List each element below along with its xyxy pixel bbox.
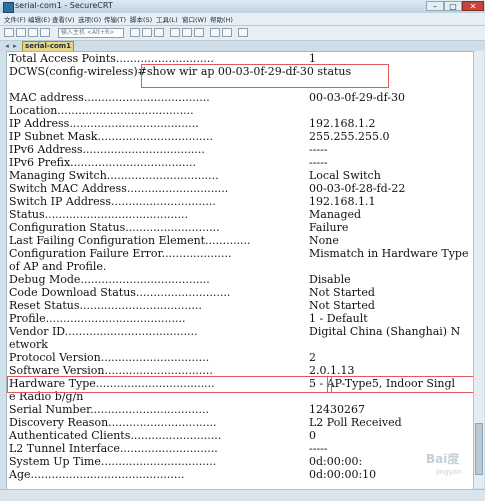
menu-script[interactable]: 脚本(S) bbox=[130, 14, 152, 24]
terminal-line-value: Disable bbox=[309, 273, 351, 286]
terminal-line-label: Configuration Failure Error.............… bbox=[9, 247, 232, 260]
terminal-line-label: Age.....................................… bbox=[9, 468, 185, 481]
hardware-type-value-box bbox=[327, 376, 473, 393]
help-icon[interactable] bbox=[238, 28, 248, 37]
minimize-button[interactable]: – bbox=[426, 1, 444, 11]
terminal-line-label: IPv6 Prefix.............................… bbox=[9, 156, 197, 169]
terminal-line-value: Mismatch in Hardware Type bbox=[309, 247, 469, 260]
command-highlight-box bbox=[141, 64, 389, 88]
menu-bar: 文件(F) 编辑(E) 查看(V) 选项(O) 传输(T) 脚本(S) 工具(L… bbox=[0, 13, 485, 26]
menu-window[interactable]: 窗口(W) bbox=[182, 14, 207, 24]
terminal-line-label: Configuration Status....................… bbox=[9, 221, 220, 234]
hardware-type-label-box bbox=[7, 376, 332, 393]
print-icon[interactable] bbox=[170, 28, 180, 37]
terminal-scrollbar[interactable] bbox=[473, 51, 484, 488]
keymap-icon[interactable] bbox=[222, 28, 232, 37]
terminal-line-value: 192.168.1.1 bbox=[309, 195, 376, 208]
watermark-text: Bai度 bbox=[426, 452, 460, 466]
menu-view[interactable]: 查看(V) bbox=[52, 14, 75, 24]
toolbar: 输入主机 <Alt+R> bbox=[0, 26, 485, 41]
terminal-line-label: IP Address..............................… bbox=[9, 117, 199, 130]
terminal-line-value: 00-03-0f-29-df-30 bbox=[309, 91, 405, 104]
terminal-line-label: Last Failing Configuration Element......… bbox=[9, 234, 251, 247]
terminal-line-value: ----- bbox=[309, 442, 328, 455]
terminal-line-label: Protocol Version........................… bbox=[9, 351, 210, 364]
terminal-line-value: Not Started bbox=[309, 299, 375, 312]
quick-connect-icon[interactable] bbox=[16, 28, 26, 37]
terminal-line-value: L2 Poll Received bbox=[309, 416, 402, 429]
terminal-output[interactable]: Total Access Points.....................… bbox=[6, 51, 474, 490]
menu-help[interactable]: 帮助(H) bbox=[210, 14, 233, 24]
tab-scroll-right-icon[interactable]: ▸ bbox=[11, 42, 19, 50]
terminal-line-label: Reset Status............................… bbox=[9, 299, 202, 312]
terminal-line-label: Debug Mode..............................… bbox=[9, 273, 210, 286]
terminal-line-label: Authenticated Clients...................… bbox=[9, 429, 222, 442]
menu-file[interactable]: 文件(F) bbox=[4, 14, 26, 24]
menu-tools[interactable]: 工具(L) bbox=[156, 14, 178, 24]
watermark-sub: jingyan bbox=[436, 468, 462, 476]
tab-serial-com1[interactable]: serial-com1 bbox=[22, 41, 74, 51]
terminal-line-value: 0d:00:00: bbox=[309, 455, 363, 468]
menu-options[interactable]: 选项(O) bbox=[78, 14, 101, 24]
terminal-line-label: IPv6 Address............................… bbox=[9, 143, 205, 156]
baidu-jingyan-watermark: Bai度 jingyan bbox=[408, 448, 480, 484]
terminal-line-value: ----- bbox=[309, 156, 328, 169]
window-title: serial-com1 - SecureCRT bbox=[15, 1, 113, 10]
menu-edit[interactable]: 编辑(E) bbox=[28, 14, 50, 24]
title-bar: serial-com1 - SecureCRT – □ ✕ bbox=[0, 0, 485, 14]
terminal-line-value: 255.255.255.0 bbox=[309, 130, 390, 143]
connect-tab-icon[interactable] bbox=[28, 28, 38, 37]
terminal-line-label: Status..................................… bbox=[9, 208, 189, 221]
maximize-button[interactable]: □ bbox=[444, 1, 462, 11]
settings-icon[interactable] bbox=[182, 28, 192, 37]
terminal-line-label: Location................................… bbox=[9, 104, 194, 117]
options-icon[interactable] bbox=[194, 28, 204, 37]
close-button[interactable]: ✕ bbox=[462, 1, 484, 11]
terminal-line-value: 192.168.1.2 bbox=[309, 117, 376, 130]
terminal-line-value: Digital China (Shanghai) N bbox=[309, 325, 461, 338]
terminal-line-label: Serial Number...........................… bbox=[9, 403, 210, 416]
securecrt-window: serial-com1 - SecureCRT – □ ✕ 文件(F) 编辑(E… bbox=[0, 0, 485, 501]
terminal-line-label: Discovery Reason........................… bbox=[9, 416, 217, 429]
terminal-line-label: System Up Time..........................… bbox=[9, 455, 217, 468]
menu-transfer[interactable]: 传输(T) bbox=[104, 14, 126, 24]
terminal-line-label: Profile.................................… bbox=[9, 312, 186, 325]
terminal-line-value: Not Started bbox=[309, 286, 375, 299]
terminal-line-label: Code Download Status....................… bbox=[9, 286, 231, 299]
terminal-line-label: IP Subnet Mask..........................… bbox=[9, 130, 213, 143]
sftp-icon[interactable] bbox=[210, 28, 220, 37]
terminal-line-value: 12430267 bbox=[309, 403, 365, 416]
terminal-line-label: MAC address.............................… bbox=[9, 91, 210, 104]
terminal-line-value: Failure bbox=[309, 221, 349, 234]
terminal-line-label: Switch IP Address.......................… bbox=[9, 195, 216, 208]
paste-icon[interactable] bbox=[142, 28, 152, 37]
terminal-line-value: None bbox=[309, 234, 339, 247]
session-tab-bar: ◂ ▸ serial-com1 bbox=[0, 41, 485, 51]
connect-icon[interactable] bbox=[4, 28, 14, 37]
host-input[interactable]: 输入主机 <Alt+R> bbox=[58, 28, 124, 38]
terminal-line-value: 2 bbox=[309, 351, 316, 364]
find-icon[interactable] bbox=[154, 28, 164, 37]
terminal-line-value: 1 - Default bbox=[309, 312, 368, 325]
terminal-line-label: L2 Tunnel Interface.....................… bbox=[9, 442, 218, 455]
terminal-line-label: Managing Switch.........................… bbox=[9, 169, 219, 182]
terminal-line-value: Local Switch bbox=[309, 169, 381, 182]
terminal-line-label: Vendor ID...............................… bbox=[9, 325, 198, 338]
terminal-line-value: 0d:00:00:10 bbox=[309, 468, 377, 481]
terminal-line-label: etwork bbox=[9, 338, 48, 351]
copy-icon[interactable] bbox=[130, 28, 140, 37]
status-bar bbox=[0, 489, 485, 501]
tab-scroll-left-icon[interactable]: ◂ bbox=[3, 42, 11, 50]
terminal-line-value: Managed bbox=[309, 208, 362, 221]
terminal-line-value: ----- bbox=[309, 143, 328, 156]
terminal-line-label: of AP and Profile. bbox=[9, 260, 107, 273]
reconnect-icon[interactable] bbox=[40, 28, 50, 37]
terminal-line-value: 0 bbox=[309, 429, 316, 442]
securecrt-app-icon bbox=[3, 2, 14, 13]
terminal-line-label: Switch MAC Address......................… bbox=[9, 182, 229, 195]
terminal-line-value: 00-03-0f-28-fd-22 bbox=[309, 182, 406, 195]
